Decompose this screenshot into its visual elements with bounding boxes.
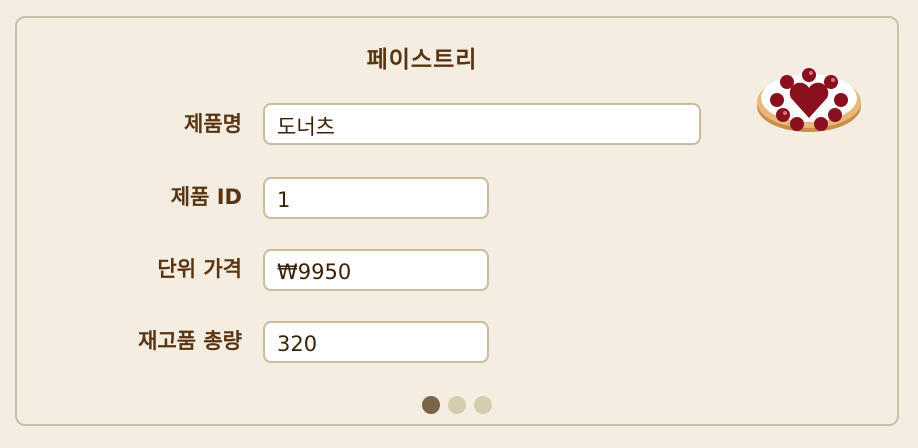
card-title: 페이스트리 (366, 47, 478, 73)
product-name-field[interactable] (263, 103, 701, 145)
unit-price-label: 단위 가격 (157, 257, 242, 281)
cherry-tart-icon (757, 68, 861, 132)
stock-total-label: 재고품 총량 (138, 329, 242, 353)
page-dot-2[interactable] (448, 396, 466, 414)
product-card: 페이스트리 제품명 제품 ID 단위 가격 재고품 총량 (15, 16, 899, 426)
product-name-label: 제품명 (184, 112, 242, 136)
unit-price-field[interactable] (263, 249, 489, 291)
product-id-field[interactable] (263, 177, 489, 219)
page-indicator (422, 396, 492, 416)
page-dot-1[interactable] (422, 396, 440, 414)
page-dot-3[interactable] (474, 396, 492, 414)
stock-total-field[interactable] (263, 321, 489, 363)
product-id-label: 제품 ID (170, 185, 242, 209)
